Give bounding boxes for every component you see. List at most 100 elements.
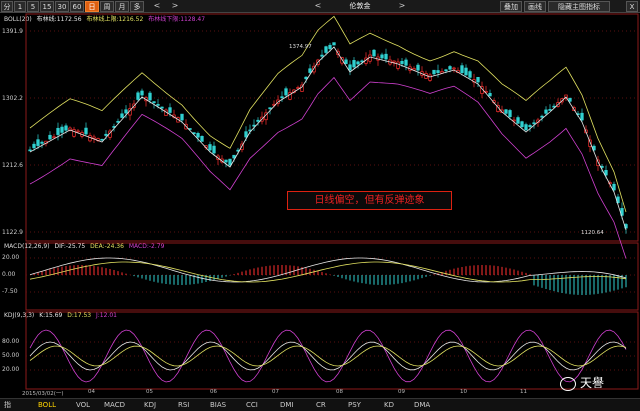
candle-body [104, 133, 108, 136]
kdj-axis-tick: 20.00 [2, 366, 20, 373]
tab-kdj[interactable]: KDJ [144, 400, 156, 411]
candle-body [508, 110, 512, 118]
candle-body [284, 88, 288, 96]
candle-body [352, 60, 356, 68]
candle-body [348, 64, 352, 71]
date-axis-label: 11 [520, 389, 527, 395]
candle-body [296, 87, 300, 89]
date-axis-label: 08 [336, 389, 343, 395]
candle-body [580, 112, 584, 121]
price-axis-tick: 1122.9 [2, 229, 23, 236]
candle-body [84, 127, 88, 135]
tab-vol[interactable]: VOL [76, 400, 90, 411]
date-axis-label: 09 [398, 389, 405, 395]
candle-body [156, 104, 160, 106]
candle-body [60, 126, 64, 133]
candle-body [372, 49, 376, 57]
candle-body [404, 59, 408, 66]
candle-body [208, 144, 212, 151]
candle-body [280, 96, 284, 99]
kdj-legend-name: KDJ(9,3,3) [4, 312, 35, 319]
candle-body [460, 65, 464, 74]
candle-body [232, 154, 236, 159]
candle-body [268, 107, 272, 110]
macd-panel: MACD(12,26,9) DIF:-25.75 DEA:-24.36 MACD… [0, 242, 640, 310]
candle-body [152, 101, 156, 104]
candle-body [528, 125, 532, 128]
candle-body [344, 59, 348, 65]
macd-legend-dif: DIF:-25.75 [54, 243, 86, 250]
tab-cci[interactable]: CCI [246, 400, 258, 411]
candle-body [436, 70, 440, 74]
candle-body [180, 113, 184, 121]
date-axis-label: 07 [272, 389, 279, 395]
macd-legend-dea: DEA:-24.36 [90, 243, 124, 250]
candle-body [532, 122, 536, 125]
candle-body [400, 60, 404, 64]
candle-body [200, 135, 204, 142]
price-axis-tick: 1391.9 [2, 28, 23, 35]
kdj-legend-d: D:17.53 [67, 312, 92, 319]
candle-body [320, 54, 324, 57]
candle-body [452, 67, 456, 70]
tab-rsi[interactable]: RSI [178, 400, 189, 411]
tab-macd[interactable]: MACD [104, 400, 125, 411]
candle-body [64, 125, 68, 131]
candle-body [40, 141, 44, 144]
candle-body [304, 76, 308, 80]
candle-body [392, 60, 396, 63]
kdj-axis-tick: 80.00 [2, 338, 20, 345]
candle-body [612, 183, 616, 191]
tab-cr[interactable]: CR [316, 400, 326, 411]
candle-body [160, 106, 164, 109]
price-axis-tick: 1212.6 [2, 162, 23, 169]
kdj-axis-tick: 50.00 [2, 352, 20, 359]
date-axis-label: 2015/03/02(一) [22, 391, 64, 397]
tab-dma[interactable]: DMA [414, 400, 430, 411]
watermark-text: 天譽 [580, 376, 605, 390]
candle-body [384, 53, 388, 60]
candle-body [196, 133, 200, 138]
candle-body [92, 136, 96, 139]
tab-boll[interactable]: BOLL [38, 400, 56, 411]
candle-body [124, 109, 128, 114]
tab-bias[interactable]: BIAS [210, 400, 226, 411]
tab-dmi[interactable]: DMI [280, 400, 294, 411]
candle-body [256, 119, 260, 122]
high-price-label: 1374.97 [289, 44, 312, 50]
candle-body [488, 92, 492, 97]
candle-body [504, 109, 508, 114]
tab-psy[interactable]: PSY [348, 400, 361, 411]
candle-body [516, 117, 520, 124]
candle-body [76, 130, 80, 133]
candle-body [396, 61, 400, 69]
watermark: 天譽 [560, 372, 635, 394]
candle-body [116, 120, 120, 123]
candle-body [308, 68, 312, 73]
macd-legend-name: MACD(12,26,9) [4, 243, 50, 250]
candle-body [464, 67, 468, 76]
app-window: { "toolbar": { "periods": ["分", "1", "5"… [0, 0, 640, 411]
date-axis-label: 06 [210, 389, 217, 395]
candle-body [444, 69, 448, 72]
candle-body [544, 109, 548, 114]
boll-upper-line [29, 15, 627, 213]
tab-kd[interactable]: KD [384, 400, 394, 411]
candle-body [168, 107, 172, 113]
date-axis-label: 04 [88, 389, 95, 395]
kdj-panel: KDJ(9,3,3) K:15.69 D:17.53 J:12.01 [0, 311, 640, 389]
tab-指[interactable]: 指 [4, 400, 11, 411]
candle-body [604, 170, 608, 176]
macd-axis-tick: 20.00 [2, 254, 20, 261]
candle-body [28, 149, 32, 152]
candle-body [416, 64, 420, 71]
candle-body [428, 74, 432, 81]
candle-body [448, 66, 452, 70]
candle-body [468, 71, 472, 78]
macd-axis-tick: 0.00 [2, 271, 16, 278]
kdj-legend-j: J:12.01 [96, 312, 117, 319]
low-price-label: 1120.64 [581, 230, 604, 236]
candle-body [324, 46, 328, 53]
macd-legend-macd: MACD:-2.79 [128, 243, 165, 250]
candle-body [56, 127, 60, 135]
